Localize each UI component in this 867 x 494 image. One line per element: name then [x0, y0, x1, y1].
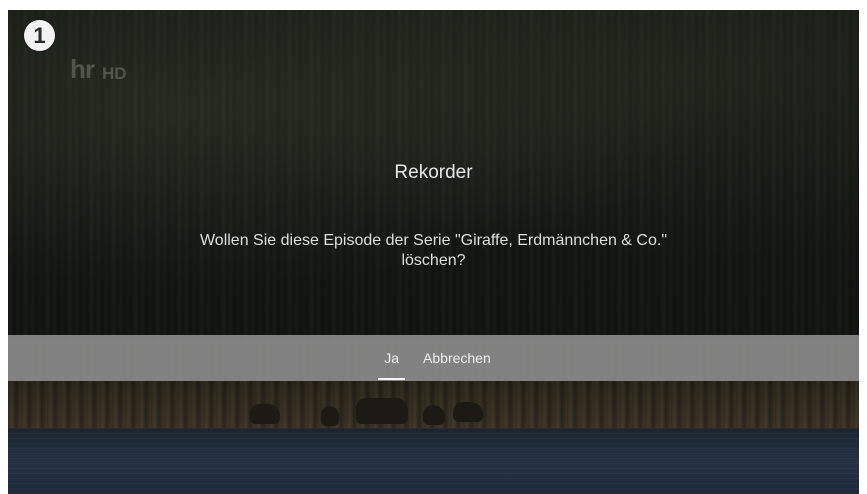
- dialog-actions: Ja Abbrechen: [372, 335, 503, 381]
- channel-quality-badge: HD: [102, 64, 127, 83]
- bear-silhouette: [250, 404, 280, 424]
- channel-logo: hr HD: [70, 56, 127, 82]
- dialog-action-bar: Ja Abbrechen: [8, 335, 859, 381]
- bear-silhouette: [356, 398, 408, 424]
- bear-silhouette: [321, 406, 339, 426]
- dialog-title: Rekorder: [394, 162, 473, 183]
- step-number-badge: 1: [24, 20, 55, 51]
- bear-silhouette: [453, 402, 483, 422]
- bear-silhouette: [423, 405, 445, 425]
- confirm-button[interactable]: Ja: [372, 335, 411, 381]
- water-ripples: [8, 428, 859, 494]
- dialog-message: Wollen Sie diese Episode der Serie "Gira…: [199, 232, 667, 269]
- tv-screen: hr HD Rekorder Wollen Sie diese Episode …: [8, 10, 859, 494]
- channel-logo-text: hr: [70, 54, 95, 84]
- cancel-button[interactable]: Abbrechen: [411, 335, 503, 381]
